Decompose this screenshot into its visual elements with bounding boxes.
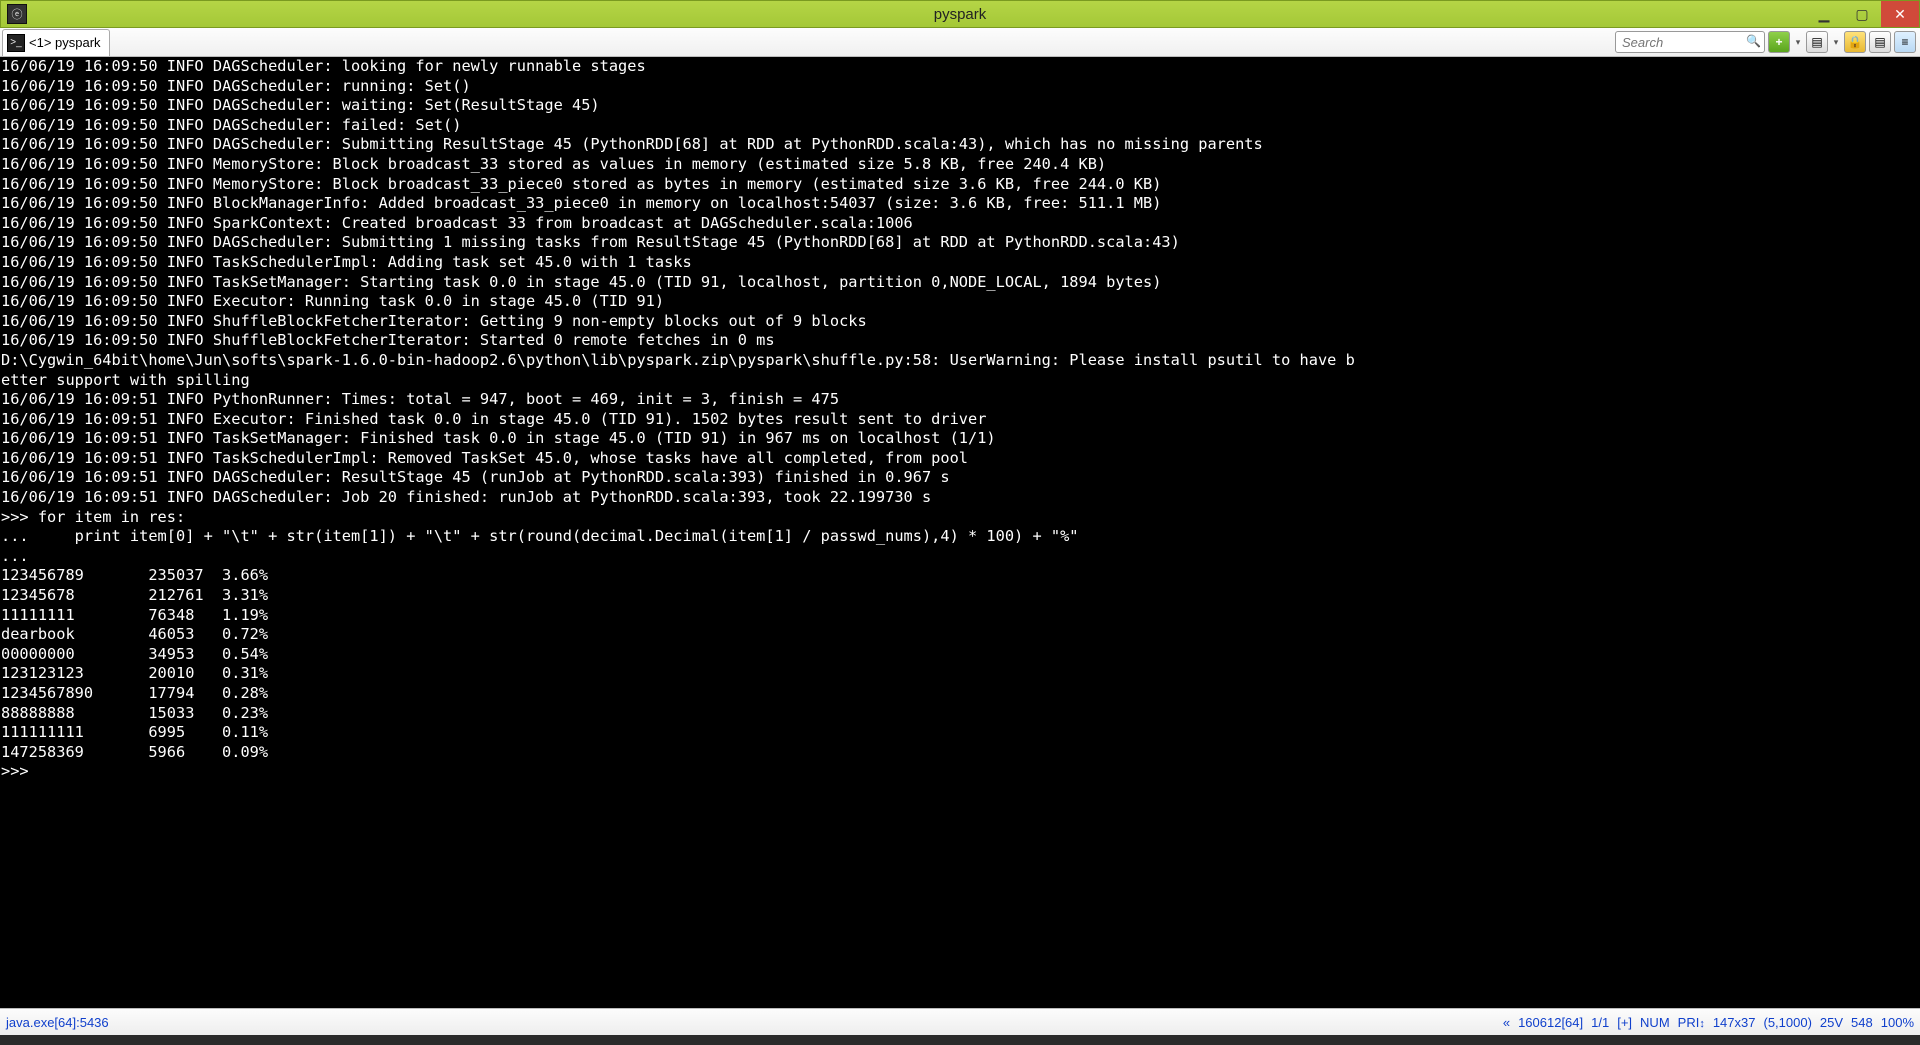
view-button[interactable]: ▤ <box>1869 31 1891 53</box>
close-button[interactable] <box>1881 1 1919 27</box>
window-mode-button[interactable]: ▤ <box>1806 31 1828 53</box>
window-title: pyspark <box>934 6 987 23</box>
process-label: java.exe[64]:5436 <box>6 1015 109 1030</box>
status-pos2: 1/1 <box>1591 1015 1609 1030</box>
window-buttons <box>1805 1 1919 27</box>
status-pri: PRI↕ <box>1678 1015 1705 1030</box>
status-bar: java.exe[64]:5436 « 160612[64] 1/1 [+] N… <box>0 1008 1920 1035</box>
lock-button[interactable]: 🔒 <box>1844 31 1866 53</box>
status-cursor: (5,1000) <box>1763 1015 1811 1030</box>
window-mode-dropdown[interactable]: ▾ <box>1831 37 1841 48</box>
status-pos1: 160612[64] <box>1518 1015 1583 1030</box>
app-icon: ⓔ <box>7 4 27 24</box>
search-wrap: 🔍 <box>1615 31 1765 53</box>
status-col: 548 <box>1851 1015 1873 1030</box>
toolbar-right: 🔍 + ▾ ▤ ▾ 🔒 ▤ ≡ <box>1615 31 1920 53</box>
minimize-button[interactable] <box>1805 1 1843 27</box>
terminal-output[interactable]: 16/06/19 16:09:50 INFO DAGScheduler: loo… <box>0 57 1920 1008</box>
new-tab-dropdown[interactable]: ▾ <box>1793 37 1803 48</box>
menu-button[interactable]: ≡ <box>1894 31 1916 53</box>
search-icon[interactable]: 🔍 <box>1746 34 1761 48</box>
taskbar <box>0 1035 1920 1045</box>
status-zoom[interactable]: 100% <box>1881 1015 1914 1030</box>
tab-label: <1> pyspark <box>29 35 101 50</box>
new-tab-button[interactable]: + <box>1768 31 1790 53</box>
status-right: « 160612[64] 1/1 [+] NUM PRI↕ 147x37 (5,… <box>1503 1015 1914 1030</box>
status-num: NUM <box>1640 1015 1670 1030</box>
window-titlebar: ⓔ pyspark <box>0 0 1920 28</box>
tab-bar: >_ <1> pyspark 🔍 + ▾ ▤ ▾ 🔒 ▤ ≡ <box>0 28 1920 57</box>
status-voltage: 25V <box>1820 1015 1843 1030</box>
status-dims: 147x37 <box>1713 1015 1756 1030</box>
status-plus: [+] <box>1617 1015 1632 1030</box>
status-chevrons: « <box>1503 1015 1510 1030</box>
terminal-icon: >_ <box>7 34 25 52</box>
tab-pyspark[interactable]: >_ <1> pyspark <box>2 29 110 56</box>
maximize-button[interactable] <box>1843 1 1881 27</box>
search-input[interactable] <box>1615 31 1765 53</box>
updown-icon: ↕ <box>1699 1018 1705 1030</box>
